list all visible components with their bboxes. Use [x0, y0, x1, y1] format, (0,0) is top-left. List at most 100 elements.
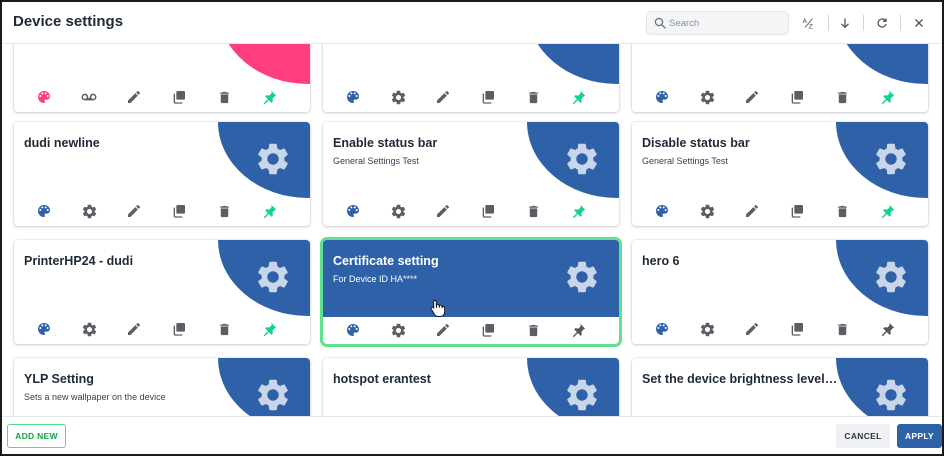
- delete-button[interactable]: [832, 319, 852, 339]
- theme-button[interactable]: [343, 320, 363, 340]
- edit-button[interactable]: [124, 319, 144, 339]
- delete-button[interactable]: [523, 87, 543, 107]
- gear-icon: [390, 322, 407, 339]
- duplicate-button[interactable]: [478, 87, 498, 107]
- edit-button[interactable]: [742, 319, 762, 339]
- card-title: Certificate setting: [333, 254, 439, 268]
- theme-button[interactable]: [343, 201, 363, 221]
- sort-alpha-button[interactable]: A Z: [800, 14, 818, 32]
- configure-button[interactable]: [388, 87, 408, 107]
- pin-button[interactable]: [877, 319, 897, 339]
- pencil-icon: [744, 89, 760, 105]
- thumbnail-shape: [836, 44, 928, 84]
- edit-button[interactable]: [124, 87, 144, 107]
- duplicate-button[interactable]: [169, 319, 189, 339]
- card-title: hotspot erantest: [333, 372, 431, 386]
- edit-button[interactable]: [433, 87, 453, 107]
- theme-button[interactable]: [652, 87, 672, 107]
- delete-button[interactable]: [523, 320, 543, 340]
- voicemail-button[interactable]: [79, 87, 99, 107]
- search-box[interactable]: [646, 11, 789, 35]
- pencil-icon: [744, 203, 760, 219]
- pin-button[interactable]: [259, 87, 279, 107]
- add-new-button[interactable]: ADD NEW: [7, 424, 66, 448]
- pin-button[interactable]: [568, 87, 588, 107]
- theme-button[interactable]: [34, 201, 54, 221]
- setting-card[interactable]: dudi newline: [14, 122, 310, 226]
- card-thumbnail: [836, 44, 928, 84]
- refresh-button[interactable]: [873, 14, 891, 32]
- configure-button[interactable]: [697, 319, 717, 339]
- voicemail-icon: [80, 88, 98, 106]
- configure-button[interactable]: [388, 201, 408, 221]
- gear-icon: [390, 89, 407, 106]
- pencil-icon: [126, 203, 142, 219]
- duplicate-button[interactable]: [169, 87, 189, 107]
- duplicate-button[interactable]: [478, 320, 498, 340]
- setting-card[interactable]: PrinterHP24 - dudi: [14, 240, 310, 344]
- card-description: General Settings Test: [333, 156, 419, 166]
- refresh-icon: [877, 18, 887, 28]
- card-actions: [14, 319, 310, 339]
- theme-button[interactable]: [652, 319, 672, 339]
- duplicate-button[interactable]: [787, 87, 807, 107]
- card-title: Disable status bar: [642, 136, 750, 150]
- setting-card[interactable]: Disable status bar General Settings Test: [632, 122, 928, 226]
- settings-gear-icon: [872, 258, 910, 296]
- duplicate-button[interactable]: [787, 201, 807, 221]
- configure-button[interactable]: [697, 201, 717, 221]
- close-button[interactable]: [910, 14, 928, 32]
- setting-card[interactable]: Certificate setting For Device ID HA****: [323, 240, 619, 344]
- configure-button[interactable]: [79, 319, 99, 339]
- setting-card[interactable]: Set the device brightness level to 70: [632, 358, 928, 416]
- delete-button[interactable]: [214, 319, 234, 339]
- setting-card[interactable]: [14, 44, 310, 112]
- delete-button[interactable]: [832, 201, 852, 221]
- pin-button[interactable]: [877, 87, 897, 107]
- card-thumbnail: [218, 122, 310, 198]
- palette-icon: [654, 203, 670, 219]
- delete-button[interactable]: [832, 87, 852, 107]
- sort-down-button[interactable]: [836, 14, 854, 32]
- cancel-button[interactable]: CANCEL: [836, 424, 890, 448]
- edit-button[interactable]: [433, 320, 453, 340]
- edit-button[interactable]: [433, 201, 453, 221]
- delete-button[interactable]: [214, 201, 234, 221]
- theme-button[interactable]: [34, 319, 54, 339]
- pin-button[interactable]: [568, 320, 588, 340]
- card-thumbnail: [218, 240, 310, 316]
- pencil-icon: [435, 322, 451, 338]
- configure-button[interactable]: [697, 87, 717, 107]
- pin-button[interactable]: [259, 201, 279, 221]
- duplicate-button[interactable]: [169, 201, 189, 221]
- pin-icon: [879, 203, 896, 220]
- setting-card[interactable]: hero 6: [632, 240, 928, 344]
- delete-button[interactable]: [214, 87, 234, 107]
- theme-button[interactable]: [343, 87, 363, 107]
- setting-card[interactable]: [632, 44, 928, 112]
- duplicate-button[interactable]: [478, 201, 498, 221]
- trash-icon: [835, 322, 850, 337]
- configure-button[interactable]: [79, 201, 99, 221]
- theme-button[interactable]: [34, 87, 54, 107]
- pin-button[interactable]: [877, 201, 897, 221]
- card-title: Set the device brightness level to 70: [642, 372, 838, 386]
- duplicate-button[interactable]: [787, 319, 807, 339]
- edit-button[interactable]: [742, 87, 762, 107]
- edit-button[interactable]: [124, 201, 144, 221]
- setting-card[interactable]: hotspot erantest: [323, 358, 619, 416]
- search-input[interactable]: [669, 14, 784, 32]
- setting-card[interactable]: YLP Setting Sets a new wallpaper on the d…: [14, 358, 310, 416]
- configure-button[interactable]: [388, 320, 408, 340]
- pin-button[interactable]: [259, 319, 279, 339]
- apply-button[interactable]: APPLY: [897, 424, 942, 448]
- trash-icon: [526, 204, 541, 219]
- delete-button[interactable]: [523, 201, 543, 221]
- setting-card[interactable]: Enable status bar General Settings Test: [323, 122, 619, 226]
- device-settings-dialog: Device settings A Z: [0, 0, 944, 456]
- theme-button[interactable]: [652, 201, 672, 221]
- edit-button[interactable]: [742, 201, 762, 221]
- setting-card[interactable]: [323, 44, 619, 112]
- card-thumbnail: [527, 122, 619, 198]
- pin-button[interactable]: [568, 201, 588, 221]
